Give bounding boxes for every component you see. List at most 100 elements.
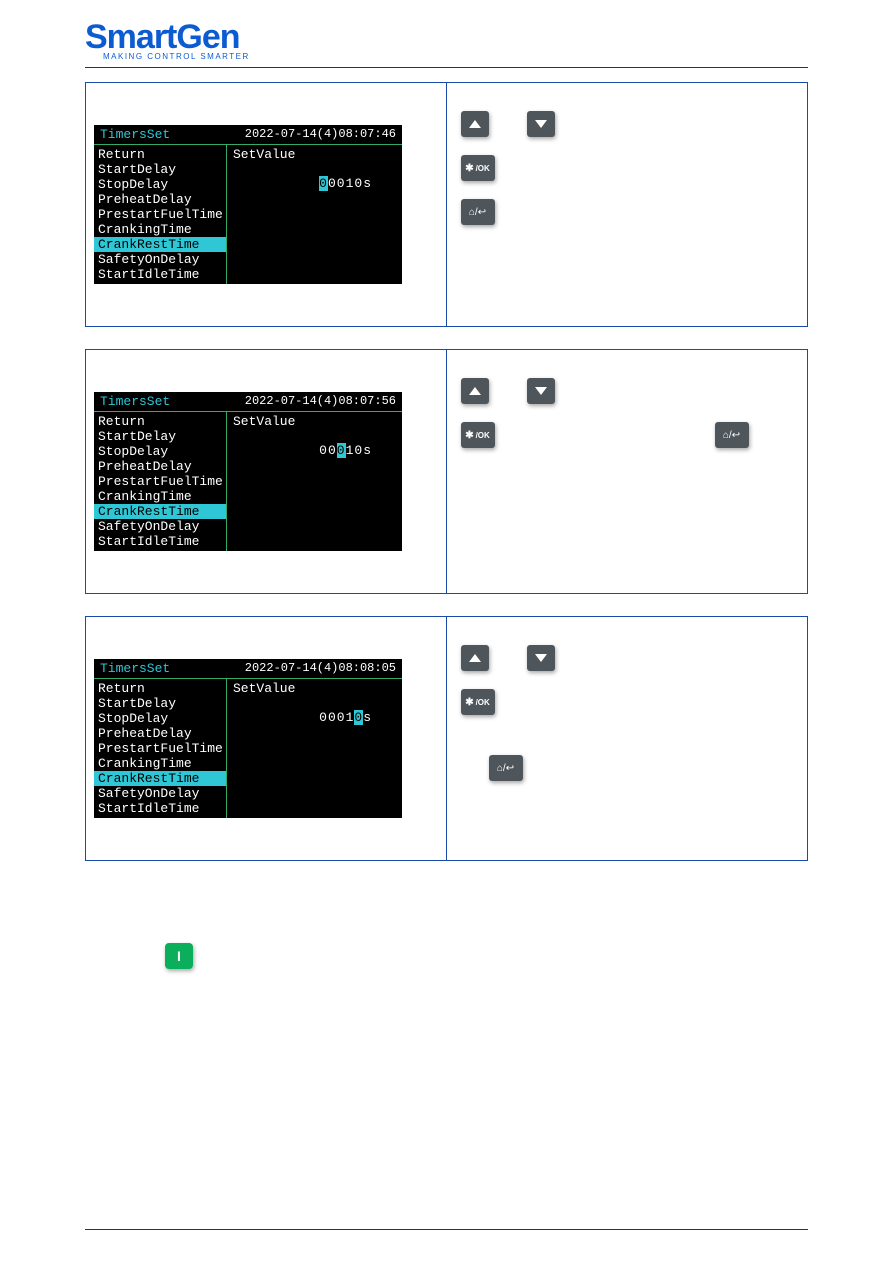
screen-timestamp: 2022-07-14(4)08:07:56 — [245, 394, 396, 409]
screen-2-menu: Return StartDelay StopDelay PreheatDelay… — [94, 412, 227, 551]
value-char: 1 — [346, 710, 355, 725]
panel-2-screenshot-cell: TimersSet 2022-07-14(4)08:07:56 Return S… — [86, 350, 447, 593]
down-button[interactable] — [527, 645, 555, 671]
menu-item: SafetyOnDelay — [94, 519, 226, 534]
menu-item: PrestartFuelTime — [94, 741, 226, 756]
logo-tagline: MAKING CONTROL SMARTER — [103, 52, 808, 61]
start-button-label: I — [177, 948, 181, 964]
value-char: s — [363, 443, 372, 458]
screen-timestamp: 2022-07-14(4)08:08:05 — [245, 661, 396, 676]
down-button[interactable] — [527, 111, 555, 137]
menu-item: PreheatDelay — [94, 459, 226, 474]
value-char: 0 — [354, 710, 363, 725]
value-char: 0 — [354, 176, 363, 191]
menu-item: PreheatDelay — [94, 192, 226, 207]
ok-label: /OK — [476, 431, 490, 440]
screen-2: TimersSet 2022-07-14(4)08:07:56 Return S… — [94, 392, 402, 551]
triangle-down-icon — [535, 387, 547, 395]
screen-3-menu: Return StartDelay StopDelay PreheatDelay… — [94, 679, 227, 818]
value-char: 0 — [328, 710, 337, 725]
ok-label: /OK — [476, 698, 490, 707]
screen-timestamp: 2022-07-14(4)08:07:46 — [245, 127, 396, 142]
home-return-button[interactable]: ⌂/↩ — [461, 199, 495, 225]
panel-1-controls-cell: ✱/OK ⌂/↩ — [447, 83, 808, 326]
value-char: 0 — [319, 710, 328, 725]
menu-item: StartDelay — [94, 162, 226, 177]
header-rule — [85, 67, 808, 68]
start-button[interactable]: I — [165, 943, 193, 969]
menu-item: StartDelay — [94, 696, 226, 711]
menu-item-selected: CrankRestTime — [94, 771, 226, 786]
menu-item: CrankingTime — [94, 756, 226, 771]
menu-item-selected: CrankRestTime — [94, 504, 226, 519]
triangle-up-icon — [469, 387, 481, 395]
screen-3: TimersSet 2022-07-14(4)08:08:05 Return S… — [94, 659, 402, 818]
menu-item: StartIdleTime — [94, 267, 226, 282]
value-char: 0 — [337, 176, 346, 191]
setvalue-label: SetValue — [233, 414, 396, 429]
page-header: SmartGen MAKING CONTROL SMARTER — [85, 20, 808, 61]
value-char: s — [363, 176, 372, 191]
menu-item: PrestartFuelTime — [94, 474, 226, 489]
home-return-icon: ⌂/↩ — [469, 207, 486, 218]
value-char: 0 — [319, 443, 328, 458]
screen-title: TimersSet — [100, 394, 170, 409]
screen-title: TimersSet — [100, 661, 170, 676]
home-return-button[interactable]: ⌂/↩ — [715, 422, 749, 448]
triangle-up-icon — [469, 120, 481, 128]
gear-icon: ✱ — [465, 163, 473, 174]
value-char: 0 — [319, 176, 328, 191]
home-return-button[interactable]: ⌂/↩ — [489, 755, 523, 781]
gear-icon: ✱ — [465, 430, 473, 441]
menu-item: SafetyOnDelay — [94, 252, 226, 267]
up-button[interactable] — [461, 378, 489, 404]
menu-item: CrankingTime — [94, 222, 226, 237]
value-char: 0 — [337, 443, 346, 458]
menu-item: StartDelay — [94, 429, 226, 444]
down-button[interactable] — [527, 378, 555, 404]
home-return-icon: ⌂/↩ — [497, 763, 514, 774]
value-char: 0 — [328, 176, 337, 191]
up-button[interactable] — [461, 645, 489, 671]
menu-item: StopDelay — [94, 177, 226, 192]
panel-3-controls-cell: ✱/OK ⌂/↩ — [447, 617, 808, 860]
menu-item: PreheatDelay — [94, 726, 226, 741]
up-button[interactable] — [461, 111, 489, 137]
panel-3: TimersSet 2022-07-14(4)08:08:05 Return S… — [85, 616, 808, 861]
value-char: 0 — [328, 443, 337, 458]
ok-button[interactable]: ✱/OK — [461, 422, 495, 448]
value-char: 1 — [346, 443, 355, 458]
menu-item: StartIdleTime — [94, 801, 226, 816]
setvalue-label: SetValue — [233, 681, 396, 696]
footer-rule — [85, 1229, 808, 1230]
menu-item: PrestartFuelTime — [94, 207, 226, 222]
home-return-icon: ⌂/↩ — [723, 430, 740, 441]
menu-item: CrankingTime — [94, 489, 226, 504]
triangle-down-icon — [535, 654, 547, 662]
panel-2-controls-cell: ✱/OK ⌂/↩ — [447, 350, 808, 593]
ok-button[interactable]: ✱/OK — [461, 155, 495, 181]
triangle-up-icon — [469, 654, 481, 662]
screen-1: TimersSet 2022-07-14(4)08:07:46 Return S… — [94, 125, 402, 284]
setvalue-value: 00010s — [233, 710, 396, 725]
screen-1-menu: Return StartDelay StopDelay PreheatDelay… — [94, 145, 227, 284]
menu-item: Return — [94, 147, 226, 162]
screen-title: TimersSet — [100, 127, 170, 142]
panel-1-screenshot-cell: TimersSet 2022-07-14(4)08:07:46 Return S… — [86, 83, 447, 326]
value-char: 1 — [346, 176, 355, 191]
menu-item: StopDelay — [94, 711, 226, 726]
ok-button[interactable]: ✱/OK — [461, 689, 495, 715]
gear-icon: ✱ — [465, 697, 473, 708]
menu-item: StopDelay — [94, 444, 226, 459]
panel-2: TimersSet 2022-07-14(4)08:07:56 Return S… — [85, 349, 808, 594]
setvalue-label: SetValue — [233, 147, 396, 162]
ok-label: /OK — [476, 164, 490, 173]
menu-item: SafetyOnDelay — [94, 786, 226, 801]
triangle-down-icon — [535, 120, 547, 128]
setvalue-value: 00010s — [233, 443, 396, 458]
logo: SmartGen — [85, 20, 808, 54]
panel-3-screenshot-cell: TimersSet 2022-07-14(4)08:08:05 Return S… — [86, 617, 447, 860]
panel-1: TimersSet 2022-07-14(4)08:07:46 Return S… — [85, 82, 808, 327]
menu-item: StartIdleTime — [94, 534, 226, 549]
menu-item: Return — [94, 414, 226, 429]
